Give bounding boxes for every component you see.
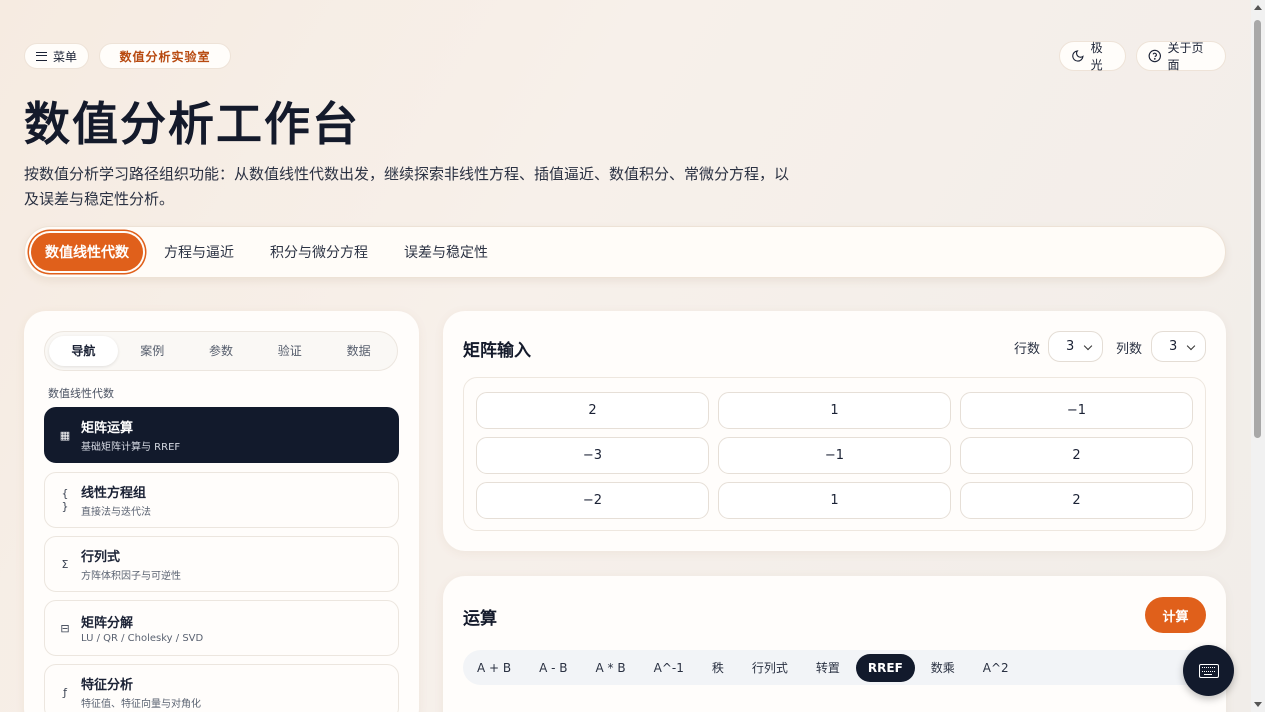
sidebar-item-subtitle: 方阵体积因子与可逆性	[81, 571, 181, 582]
rows-value: 3	[1066, 339, 1075, 354]
about-label: 关于页面	[1167, 41, 1204, 72]
segment-data[interactable]: 数据	[324, 336, 393, 366]
matrix-cell[interactable]: 1	[718, 392, 951, 429]
scroll-down-arrow-icon[interactable]	[1254, 702, 1262, 707]
sidebar-item-matrix-ops[interactable]: ▦ 矩阵运算 基础矩阵计算与 RREF	[44, 407, 399, 463]
cols-label: 列数	[1116, 342, 1143, 357]
menu-button[interactable]: 菜单	[24, 43, 89, 69]
segment-verify[interactable]: 验证	[255, 336, 324, 366]
sidebar-item-title: 矩阵运算	[81, 421, 134, 436]
scrollbar-thumb[interactable]	[1254, 20, 1261, 438]
matrix-grid: 2 1 −1 −3 −1 2 −2 1 2	[463, 377, 1206, 531]
sidebar-item-determinant[interactable]: Σ 行列式 方阵体积因子与可逆性	[44, 536, 399, 592]
segment-params[interactable]: 参数	[187, 336, 256, 366]
sidebar-panel: 导航 案例 参数 验证 数据 数值线性代数 ▦ 矩阵运算 基础矩阵计算与 RRE…	[24, 311, 419, 712]
sidebar-item-title: 特征分析	[81, 678, 134, 693]
matrix-cell[interactable]: 1	[718, 482, 951, 519]
sigma-icon: Σ	[61, 557, 69, 571]
lab-label: 数值分析实验室	[119, 49, 211, 64]
segment-examples[interactable]: 案例	[118, 336, 187, 366]
matrix-cell[interactable]: 2	[960, 437, 1193, 474]
op-determinant[interactable]: 行列式	[740, 654, 800, 682]
sidebar-section-label: 数值线性代数	[48, 387, 114, 400]
matrix-cell[interactable]: −1	[960, 392, 1193, 429]
category-tabs: 数值线性代数 方程与逼近 积分与微分方程 误差与稳定性	[24, 226, 1226, 278]
lab-badge[interactable]: 数值分析实验室	[99, 43, 231, 69]
menu-label: 菜单	[53, 49, 78, 64]
rows-select[interactable]: 3	[1048, 331, 1103, 362]
function-icon: ƒ	[63, 685, 67, 699]
chevron-down-icon	[1083, 341, 1093, 351]
page-subtitle: 按数值分析学习路径组织功能：从数值线性代数出发，继续探索非线性方程、插值逼近、数…	[24, 165, 790, 208]
op-rank[interactable]: 秩	[700, 654, 736, 682]
op-inverse[interactable]: A^-1	[642, 654, 696, 682]
op-add[interactable]: A + B	[465, 654, 523, 682]
sidebar-item-decomposition[interactable]: ⊟ 矩阵分解 LU / QR / Cholesky / SVD	[44, 600, 399, 656]
page-scrollbar[interactable]	[1251, 0, 1265, 712]
split-icon: ⊟	[60, 621, 70, 635]
matrix-cell[interactable]: 2	[960, 482, 1193, 519]
chevron-down-icon	[1186, 341, 1196, 351]
compute-button[interactable]: 计算	[1145, 597, 1206, 633]
op-rref[interactable]: RREF	[855, 653, 915, 682]
matrix-input-card: 矩阵输入 行数 3 列数 3 2 1 −1 −3 −1 2 −2 1 2	[443, 311, 1226, 551]
op-subtract[interactable]: A - B	[527, 654, 579, 682]
rows-label: 行数	[1014, 342, 1041, 357]
operations-card: 运算 计算 A + B A - B A * B A^-1 秩 行列式 转置 RR…	[443, 576, 1226, 712]
keyboard-icon	[1198, 663, 1219, 678]
segment-nav[interactable]: 导航	[49, 336, 118, 366]
sidebar-item-eigen[interactable]: ƒ 特征分析 特征值、特征向量与对角化	[44, 664, 399, 712]
matrix-cell[interactable]: −3	[476, 437, 709, 474]
sidebar-item-title: 矩阵分解	[81, 616, 134, 631]
keyboard-shortcuts-button[interactable]	[1183, 645, 1234, 696]
op-transpose[interactable]: 转置	[804, 654, 852, 682]
sidebar-item-subtitle: 基础矩阵计算与 RREF	[81, 442, 181, 453]
sidebar-item-subtitle: LU / QR / Cholesky / SVD	[81, 633, 204, 644]
cols-select[interactable]: 3	[1151, 331, 1206, 362]
tab-equations[interactable]: 方程与逼近	[149, 233, 249, 271]
operations-card-title: 运算	[463, 609, 497, 629]
calculator-icon: ▦	[59, 428, 71, 442]
cols-value: 3	[1169, 339, 1178, 354]
tab-linear-algebra[interactable]: 数值线性代数	[31, 233, 143, 271]
tab-integration[interactable]: 积分与微分方程	[255, 233, 383, 271]
sidebar-item-title: 线性方程组	[81, 486, 147, 501]
operation-selector: A + B A - B A * B A^-1 秩 行列式 转置 RREF 数乘 …	[463, 650, 1206, 685]
menu-icon	[36, 51, 47, 61]
moon-icon	[1072, 50, 1084, 62]
matrix-card-title: 矩阵输入	[463, 341, 531, 361]
tab-error-stability[interactable]: 误差与稳定性	[389, 233, 503, 271]
sidebar-item-subtitle: 特征值、特征向量与对角化	[81, 699, 201, 710]
op-square[interactable]: A^2	[971, 654, 1021, 682]
sidebar-item-title: 行列式	[81, 550, 121, 565]
theme-label: 极光	[1090, 41, 1103, 72]
matrix-cell[interactable]: 2	[476, 392, 709, 429]
theme-toggle-button[interactable]: 极光	[1059, 41, 1126, 72]
op-multiply[interactable]: A * B	[584, 654, 638, 682]
sidebar-item-linear-systems[interactable]: { } 线性方程组 直接法与迭代法	[44, 472, 399, 528]
sidebar-segmented-control: 导航 案例 参数 验证 数据	[44, 331, 398, 371]
op-scalar-multiply[interactable]: 数乘	[919, 654, 967, 682]
matrix-cell[interactable]: −1	[718, 437, 951, 474]
page-title: 数值分析工作台	[24, 97, 360, 151]
matrix-cell[interactable]: −2	[476, 482, 709, 519]
scroll-up-arrow-icon[interactable]	[1254, 5, 1262, 10]
about-button[interactable]: 关于页面	[1136, 41, 1226, 72]
help-circle-icon	[1148, 49, 1161, 63]
sidebar-item-subtitle: 直接法与迭代法	[81, 507, 151, 518]
braces-icon: { }	[61, 487, 69, 513]
